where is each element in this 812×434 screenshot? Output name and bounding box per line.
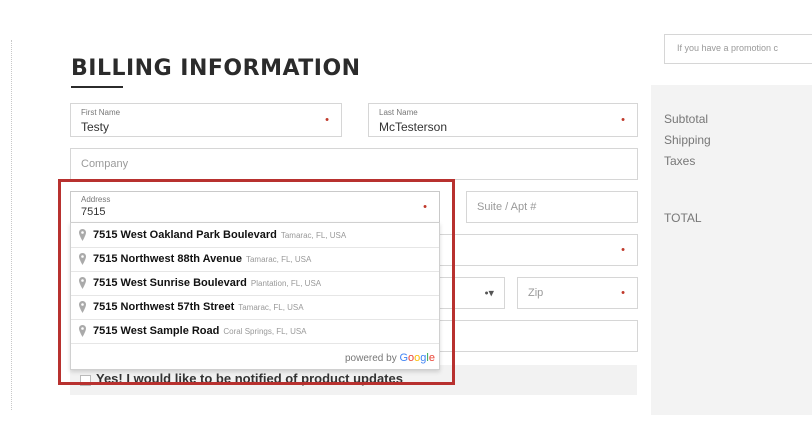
highlight-box [58,179,455,385]
suite-field[interactable]: Suite / Apt # [466,191,638,223]
promo-code-input[interactable]: If you have a promotion c [664,34,812,64]
title-underline [71,86,123,88]
last-name-field[interactable]: Last Name McTesterson • [368,103,638,137]
last-name-value: McTesterson [379,120,448,134]
state-dropdown-marker: •▾ [484,287,494,300]
required-marker: • [621,114,625,126]
required-marker: • [621,287,625,299]
company-placeholder: Company [81,158,129,170]
billing-title: BILLING INFORMATION [71,56,361,81]
promo-placeholder: If you have a promotion c [677,43,779,53]
subtotal-label: Subtotal [664,112,709,126]
zip-field[interactable]: Zip • [517,277,638,309]
company-field[interactable]: Company [70,148,638,180]
first-name-field[interactable]: First Name Testy • [70,103,342,137]
shipping-label: Shipping [664,133,711,147]
total-label: TOTAL [664,211,702,225]
required-marker: • [621,244,625,256]
first-name-label: First Name [81,108,121,117]
first-name-value: Testy [81,120,110,134]
zip-placeholder: Zip [528,287,544,299]
left-dotted-divider [11,40,12,410]
last-name-label: Last Name [379,108,418,117]
suite-placeholder: Suite / Apt # [477,201,537,213]
taxes-label: Taxes [664,154,696,168]
required-marker: • [325,114,329,126]
